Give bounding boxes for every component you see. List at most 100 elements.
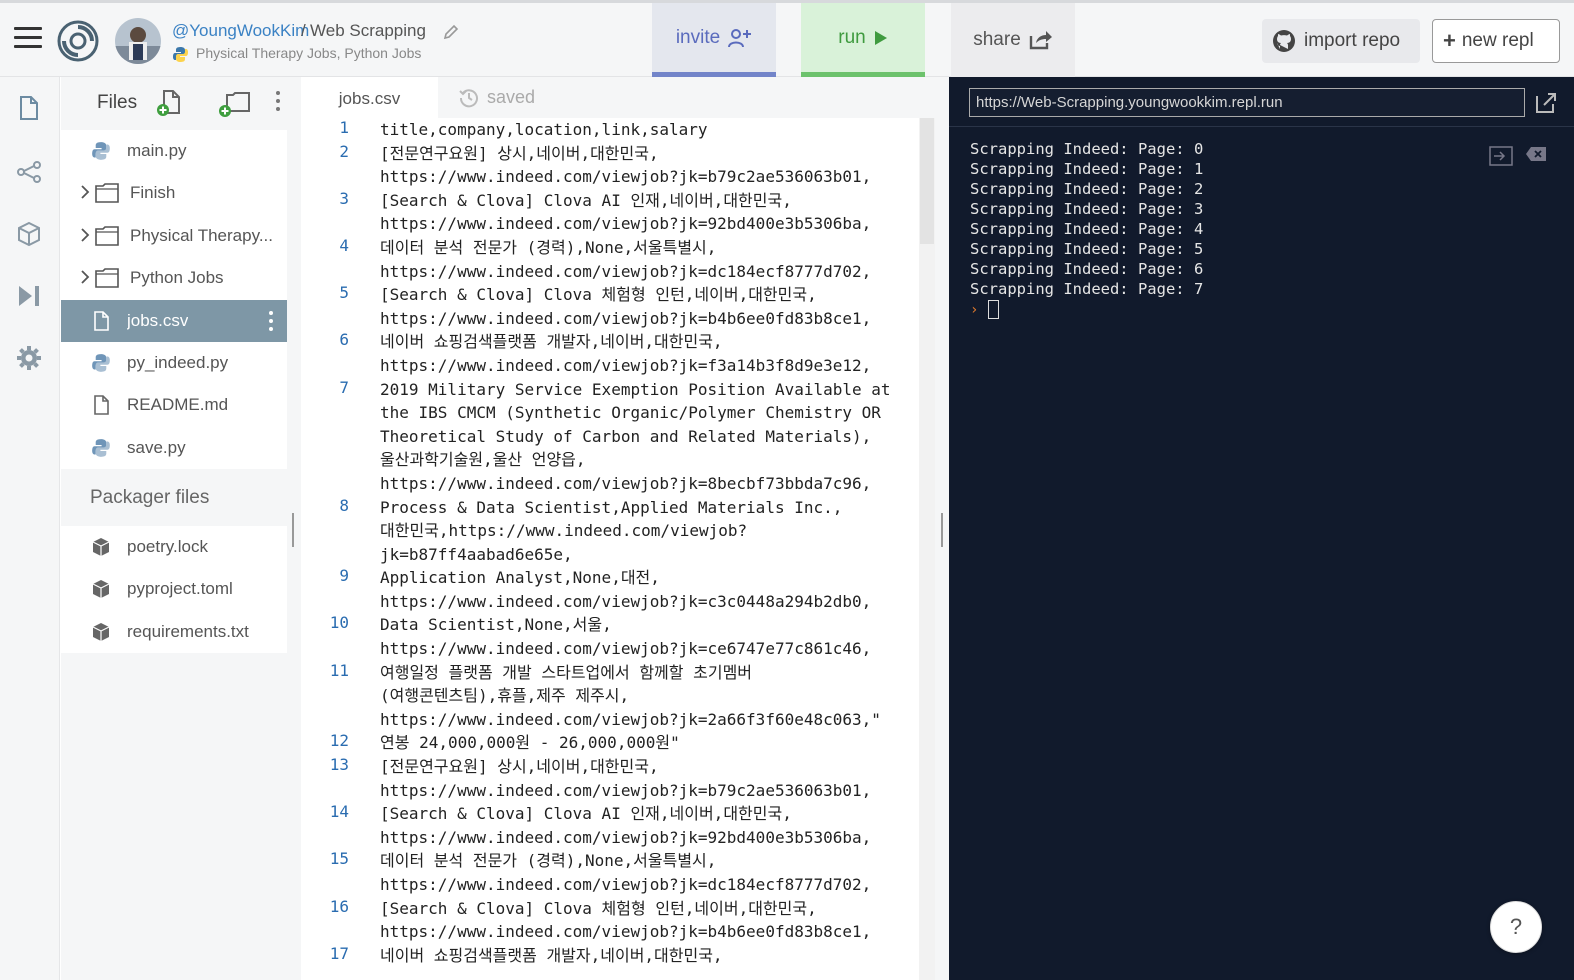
files-header: Files bbox=[61, 77, 287, 129]
chevron-right-icon[interactable] bbox=[80, 228, 90, 242]
code-text: [Search & Clova] Clova AI 인재,네이버,대한민국, h… bbox=[380, 804, 872, 847]
line-number: 8 bbox=[339, 495, 349, 515]
files-title: Files bbox=[97, 92, 138, 113]
console-output-line: Scrapping Indeed: Page: 1 bbox=[970, 160, 1204, 178]
file-item-save-py[interactable]: save.py bbox=[61, 427, 287, 469]
code-text: 네이버 쇼핑검색플랫폼 개발자,네이버,대한민국, https://www.in… bbox=[380, 332, 872, 375]
file-item-py-indeed-py[interactable]: py_indeed.py bbox=[61, 342, 287, 384]
code-line: 13 [전문연구요원] 상시,네이버,대한민국, https://www.inde… bbox=[301, 755, 919, 802]
console-output-line: Scrapping Indeed: Page: 0 bbox=[970, 140, 1204, 158]
run-label: run bbox=[838, 26, 866, 48]
files-icon[interactable] bbox=[16, 95, 42, 121]
packages-icon[interactable] bbox=[16, 221, 42, 247]
run-button[interactable]: run bbox=[801, 3, 925, 77]
folder-item-python-jobs[interactable]: Python Jobs bbox=[61, 257, 287, 299]
panel-resize-handle[interactable] bbox=[935, 77, 949, 980]
code-line: 17 네이버 쇼핑검색플랫폼 개발자,네이버,대한민국, bbox=[301, 944, 919, 968]
add-file-icon[interactable] bbox=[157, 89, 183, 117]
packager-file-list: poetry.lock pyproject.toml requirements.… bbox=[61, 526, 287, 654]
code-text: [Search & Clova] Clova AI 인재,네이버,대한민국, h… bbox=[380, 190, 872, 234]
line-number: 9 bbox=[339, 566, 349, 586]
package-icon bbox=[92, 538, 110, 556]
file-name: main.py bbox=[127, 141, 187, 160]
file-name: jobs.csv bbox=[127, 310, 189, 330]
import-repo-label: import repo bbox=[1304, 30, 1401, 51]
open-in-new-tab-icon[interactable] bbox=[1534, 91, 1558, 115]
file-item-poetry-lock[interactable]: poetry.lock bbox=[61, 526, 287, 568]
add-folder-icon[interactable] bbox=[219, 89, 251, 117]
folder-icon bbox=[95, 268, 119, 288]
console-output-line: Scrapping Indeed: Page: 2 bbox=[970, 180, 1204, 198]
file-item-requirements-txt[interactable]: requirements.txt bbox=[61, 611, 287, 653]
console-output-line: Scrapping Indeed: Page: 3 bbox=[970, 200, 1204, 218]
console-output-line: Scrapping Indeed: Page: 5 bbox=[970, 240, 1204, 258]
settings-icon[interactable] bbox=[16, 345, 42, 371]
folder-item-finish[interactable]: Finish bbox=[61, 172, 287, 214]
code-line: 16 [Search & Clova] Clova 체험형 인턴,네이버,대한민국… bbox=[301, 897, 919, 944]
file-options-icon[interactable] bbox=[267, 310, 275, 333]
avatar[interactable] bbox=[115, 18, 161, 64]
line-number: 3 bbox=[339, 188, 349, 208]
line-number: 17 bbox=[329, 943, 349, 963]
editor-scrollbar[interactable] bbox=[919, 118, 935, 980]
chevron-right-icon[interactable] bbox=[80, 185, 90, 200]
prompt-caret: › bbox=[970, 301, 979, 318]
scrollbar-thumb[interactable] bbox=[920, 118, 934, 244]
file-item-jobs-csv[interactable]: jobs.csv bbox=[61, 299, 287, 342]
file-name: py_indeed.py bbox=[127, 352, 229, 372]
code-line: 6 네이버 쇼핑검색플랫폼 개발자,네이버,대한민국, https://www.i… bbox=[301, 330, 919, 377]
help-button[interactable]: ? bbox=[1490, 901, 1542, 953]
plus-icon: + bbox=[1443, 28, 1456, 53]
code-line: 5 [Search & Clova] Clova 체험형 인턴,네이버,대한민국,… bbox=[301, 283, 919, 330]
panel-resize-handle[interactable] bbox=[287, 77, 301, 980]
more-options-icon[interactable] bbox=[273, 91, 283, 115]
folder-item-physical-therapy[interactable]: Physical Therapy... bbox=[61, 215, 287, 257]
debugger-icon[interactable] bbox=[16, 283, 42, 309]
new-repl-button[interactable]: + new repl bbox=[1432, 19, 1560, 63]
code-line: 2 [전문연구요원] 상시,네이버,대한민국, https://www.indee… bbox=[301, 142, 919, 189]
code-text: Process & Data Scientist,Applied Materia… bbox=[380, 497, 843, 564]
exit-icon[interactable] bbox=[1489, 146, 1513, 166]
line-number: 14 bbox=[329, 802, 349, 822]
repl-name[interactable]: Web Scrapping bbox=[310, 21, 426, 41]
console-output-line: Scrapping Indeed: Page: 4 bbox=[970, 220, 1204, 238]
chevron-right-icon[interactable] bbox=[80, 270, 90, 284]
share-button[interactable]: share bbox=[951, 3, 1075, 77]
save-status-label: saved bbox=[487, 87, 536, 107]
invite-button[interactable]: invite bbox=[652, 3, 776, 77]
tab-jobs-csv[interactable]: jobs.csv bbox=[301, 77, 438, 121]
code-editor[interactable]: 1 title,company,location,link,salary 2 [전문연… bbox=[301, 118, 919, 980]
code-text: [Search & Clova] Clova 체험형 인턴,네이버,대한민국, … bbox=[380, 285, 872, 328]
file-icon bbox=[94, 310, 109, 331]
save-status: saved bbox=[459, 87, 535, 108]
pencil-icon[interactable] bbox=[442, 23, 460, 41]
import-repo-button[interactable]: import repo bbox=[1262, 19, 1420, 63]
clear-console-icon[interactable] bbox=[1525, 146, 1547, 162]
code-line: 15 데이터 분석 전문가 (경력),None,서울특별시, https://ww… bbox=[301, 849, 919, 896]
file-item-pyproject-toml[interactable]: pyproject.toml bbox=[61, 568, 287, 610]
code-line: 10 Data Scientist,None,서울, https://www.in… bbox=[301, 613, 919, 660]
play-icon bbox=[874, 30, 887, 45]
code-text: [Search & Clova] Clova 체험형 인턴,네이버,대한민국, … bbox=[380, 898, 872, 942]
webview-url-input[interactable]: https://Web-Scrapping.youngwookkim.repl.… bbox=[969, 88, 1525, 117]
menu-icon[interactable] bbox=[14, 27, 42, 51]
console-output-line: Scrapping Indeed: Page: 7 bbox=[970, 280, 1204, 298]
file-item-main-py[interactable]: main.py bbox=[61, 130, 287, 172]
text-cursor bbox=[988, 300, 1000, 319]
console-prompt[interactable]: › bbox=[970, 300, 1000, 319]
version-control-icon[interactable] bbox=[16, 159, 42, 185]
file-name: save.py bbox=[127, 437, 186, 457]
folder-icon bbox=[95, 183, 119, 204]
console-output-line: Scrapping Indeed: Page: 6 bbox=[970, 260, 1204, 278]
python-icon bbox=[92, 354, 110, 372]
add-user-icon bbox=[728, 28, 752, 47]
line-number: 5 bbox=[339, 283, 349, 303]
packager-files-header: Packager files bbox=[61, 469, 287, 526]
code-text: 연봉 24,000,000원 - 26,000,000원" bbox=[380, 733, 680, 753]
repl-owner-link[interactable]: @YoungWookKim bbox=[172, 21, 309, 41]
python-icon bbox=[92, 438, 110, 457]
replit-logo-icon[interactable] bbox=[57, 20, 99, 62]
folder-name: Python Jobs bbox=[130, 268, 224, 288]
code-text: title,company,location,link,salary bbox=[380, 120, 708, 139]
file-item-readme-md[interactable]: README.md bbox=[61, 384, 287, 426]
